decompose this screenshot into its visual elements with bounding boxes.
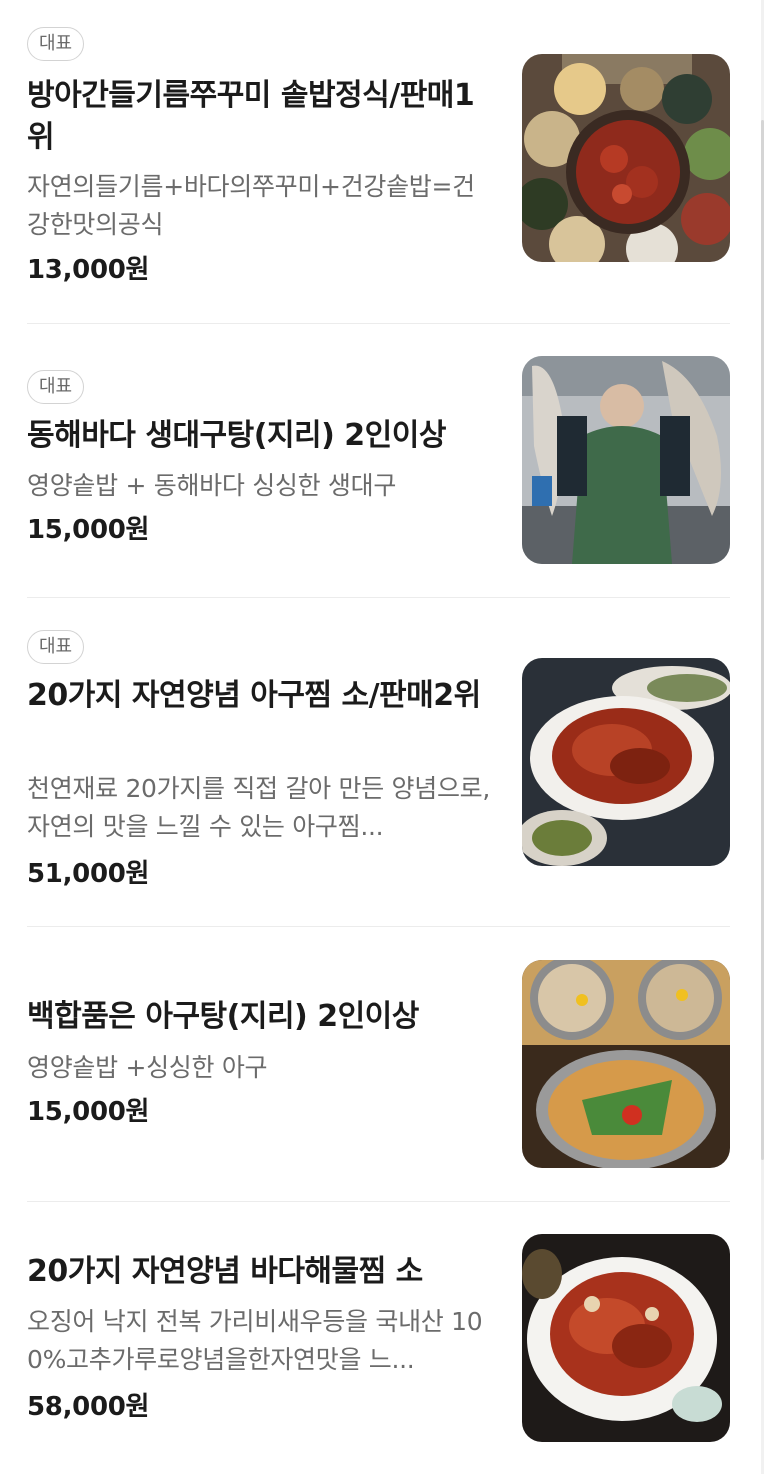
menu-item-name: 방아간들기름쭈꾸미 솥밥정식/판매1위 xyxy=(27,78,475,155)
menu-item-name: 20가지 자연양념 아구찜 소/판매2위 xyxy=(27,678,481,713)
food-photo-icon[interactable] xyxy=(522,54,730,262)
food-photo-icon[interactable] xyxy=(522,960,730,1168)
divider xyxy=(27,323,730,324)
menu-item-price: 15,000원 xyxy=(27,1097,150,1127)
menu-item-price: 13,000원 xyxy=(27,255,150,285)
menu-item-name: 동해바다 생대구탕(지리) 2인이상 xyxy=(27,418,446,453)
food-photo-icon[interactable] xyxy=(522,658,730,866)
menu-item-description: 오징어 낙지 전복 가리비새우등을 국내산 100%고추가루로양념을한자연맛을 … xyxy=(27,1307,483,1374)
menu-item-price: 51,000원 xyxy=(27,859,150,889)
menu-item[interactable]: 대표 방아간들기름쭈꾸미 솥밥정식/판매1위 자연의들기름+바다의쭈꾸미+건강솥… xyxy=(27,27,730,297)
menu-item[interactable]: 대표 20가지 자연양념 아구찜 소/판매2위 천연재료 20가지를 직접 갈아… xyxy=(27,630,730,900)
menu-item[interactable]: 대표 동해바다 생대구탕(지리) 2인이상 영양솥밥 + 동해바다 싱싱한 생대… xyxy=(27,356,730,570)
divider xyxy=(27,926,730,927)
menu-item-description: 영양솥밥 +싱싱한 아구 xyxy=(27,1053,268,1082)
signature-badge: 대표 xyxy=(27,630,85,664)
menu-item-description: 자연의들기름+바다의쭈꾸미+건강솥밥=건강한맛의공식 xyxy=(27,172,475,239)
food-photo-icon[interactable] xyxy=(522,1234,730,1442)
menu-item-name: 20가지 자연양념 바다해물찜 소 xyxy=(27,1254,423,1289)
fish-photo-icon[interactable] xyxy=(522,356,730,564)
divider xyxy=(27,597,730,598)
menu-item-description: 영양솥밥 + 동해바다 싱싱한 생대구 xyxy=(27,471,397,500)
menu-item[interactable]: 20가지 자연양념 바다해물찜 소 오징어 낙지 전복 가리비새우등을 국내산 … xyxy=(27,1234,730,1444)
menu-list-page: 대표 방아간들기름쭈꾸미 솥밥정식/판매1위 자연의들기름+바다의쭈꾸미+건강솥… xyxy=(0,0,764,1474)
menu-item-price: 15,000원 xyxy=(27,515,150,545)
menu-item-price: 58,000원 xyxy=(27,1392,150,1422)
divider xyxy=(27,1201,730,1202)
menu-item[interactable]: 백합품은 아구탕(지리) 2인이상 영양솥밥 +싱싱한 아구 15,000원 xyxy=(27,960,730,1170)
signature-badge: 대표 xyxy=(27,370,85,404)
menu-item-name: 백합품은 아구탕(지리) 2인이상 xyxy=(27,999,419,1034)
menu-item-description: 천연재료 20가지를 직접 갈아 만든 양념으로, 자연의 맛을 느낄 수 있는… xyxy=(27,774,490,841)
signature-badge: 대표 xyxy=(27,27,85,61)
